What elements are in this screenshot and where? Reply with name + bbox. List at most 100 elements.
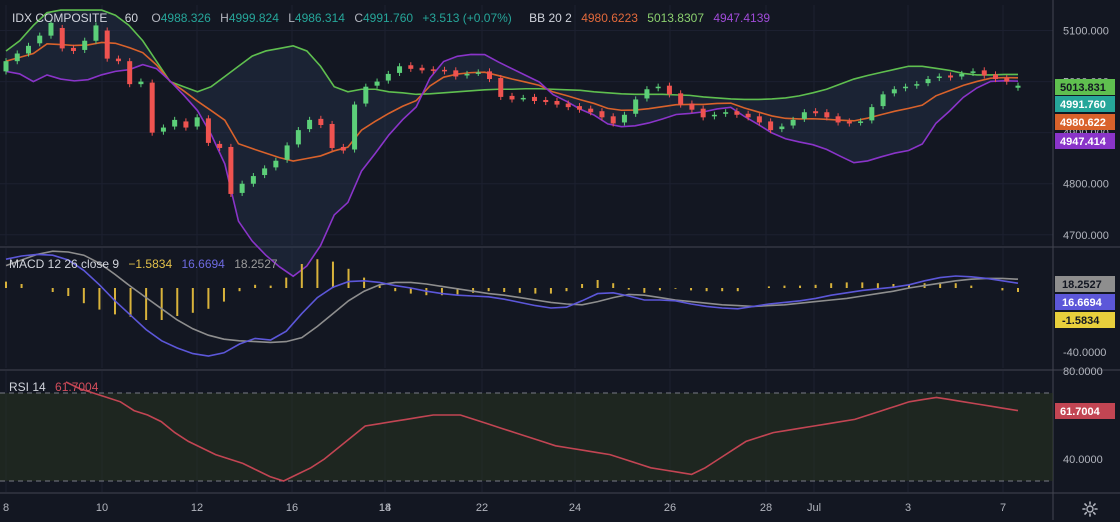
high-value: 4999.824 <box>228 11 279 25</box>
change-value: +3.513 (+0.07%) <box>422 11 512 25</box>
candle-body <box>138 81 144 85</box>
candle-body <box>453 70 459 77</box>
candle-body <box>239 183 245 193</box>
candle-body <box>59 27 65 49</box>
time-tick-label: 16 <box>286 502 298 514</box>
candle-body <box>149 82 155 133</box>
rsi-tick-label: 40.0000 <box>1063 454 1103 466</box>
candle-body <box>352 104 358 150</box>
candle-body <box>869 107 875 121</box>
candle-body <box>959 73 965 77</box>
candle-body <box>925 79 931 84</box>
macd-macd-price-label: 16.6694 <box>1062 297 1103 309</box>
price-tick-label: 4700.000 <box>1063 230 1109 242</box>
candle-body <box>543 99 549 103</box>
candle-body <box>813 111 819 114</box>
candle-body <box>858 121 864 123</box>
candle-body <box>576 106 582 110</box>
candle-body <box>442 69 448 72</box>
symbol-name: IDX COMPOSITE <box>12 11 108 25</box>
candle-body <box>655 86 661 89</box>
interval-label: 60 <box>124 11 139 25</box>
candle-body <box>723 112 729 114</box>
candle-body <box>588 108 594 113</box>
time-tick-label: 24 <box>569 502 581 514</box>
bb-lower-price-label: 4947.414 <box>1060 136 1107 148</box>
candle-body <box>599 111 605 118</box>
time-tick-label: Jul <box>807 502 821 514</box>
candle-body <box>498 78 504 97</box>
time-tick-label: 28 <box>760 502 772 514</box>
candle-body <box>824 112 830 118</box>
candle-body <box>768 121 774 131</box>
bb-label: BB 20 2 <box>529 11 572 25</box>
time-tick-label: 18 <box>379 502 391 514</box>
last-price-label: 4991.760 <box>1060 99 1106 111</box>
candle-body <box>993 74 999 80</box>
candle-body <box>666 85 672 95</box>
rsi-label: RSI 14 <box>9 380 46 394</box>
candle-body <box>127 61 133 85</box>
candle-body <box>172 119 178 127</box>
candle-body <box>1004 78 1010 82</box>
candle-body <box>262 168 268 176</box>
candle-body <box>678 93 684 105</box>
candle-body <box>82 40 88 50</box>
candle-body <box>183 121 189 128</box>
low-value: 4986.314 <box>294 11 345 25</box>
candle-body <box>37 35 43 44</box>
candle-body <box>205 118 211 143</box>
macd-legend: MACD 12 26 close 9 −1.5834 16.6694 18.25… <box>9 257 284 271</box>
candle-body <box>509 95 515 100</box>
time-tick-label: 26 <box>664 502 676 514</box>
rsi-value: 61.7004 <box>55 380 99 394</box>
candle-body <box>790 119 796 126</box>
candle-body <box>340 146 346 151</box>
candle-body <box>734 111 740 115</box>
candle-body <box>745 113 751 118</box>
candle-body <box>318 118 324 125</box>
bb-basis-value: 4980.6223 <box>581 11 638 25</box>
candle-body <box>160 127 166 132</box>
price-tick-label: 5100.000 <box>1063 26 1109 38</box>
time-tick-label: 22 <box>476 502 488 514</box>
candle-body <box>273 160 279 168</box>
candle-body <box>430 69 436 71</box>
candle-body <box>846 121 852 124</box>
bb-upper-value: 5013.8307 <box>647 11 704 25</box>
candle-body <box>835 116 841 123</box>
gear-icon[interactable] <box>1082 501 1098 517</box>
price-legend: IDX COMPOSITE 60 O4988.326 H4999.824 L49… <box>12 11 776 25</box>
macd-signal-value: 18.2527 <box>234 257 278 271</box>
candle-body <box>295 130 301 145</box>
candle-body <box>475 72 481 74</box>
bb-upper-price-label: 5013.831 <box>1060 82 1106 94</box>
candle-body <box>880 94 886 107</box>
candle-body <box>981 70 987 76</box>
candle-body <box>689 103 695 110</box>
candle-body <box>250 176 256 184</box>
candle-body <box>307 119 313 130</box>
candle-body <box>779 126 785 130</box>
bb-basis-price-label: 4980.622 <box>1060 117 1106 129</box>
candle-body <box>104 30 110 59</box>
candle-body <box>801 112 807 119</box>
candle-body <box>914 84 920 86</box>
candle-body <box>397 66 403 73</box>
time-tick-label: 7 <box>1000 502 1006 514</box>
candle-body <box>633 99 639 114</box>
time-tick-label: 10 <box>96 502 108 514</box>
candle-body <box>756 116 762 123</box>
candle-body <box>115 58 121 62</box>
time-tick-label: 12 <box>191 502 203 514</box>
candle-body <box>25 45 31 54</box>
open-label: O <box>151 11 161 25</box>
rsi-price-label: 61.7004 <box>1060 406 1101 418</box>
time-tick-label: 8 <box>3 502 9 514</box>
candle-body <box>70 47 76 51</box>
time-tick-label: 3 <box>905 502 911 514</box>
candle-body <box>610 116 616 124</box>
macd-tick-label: -40.0000 <box>1063 347 1106 359</box>
candle-body <box>520 97 526 100</box>
candle-body <box>93 25 99 41</box>
